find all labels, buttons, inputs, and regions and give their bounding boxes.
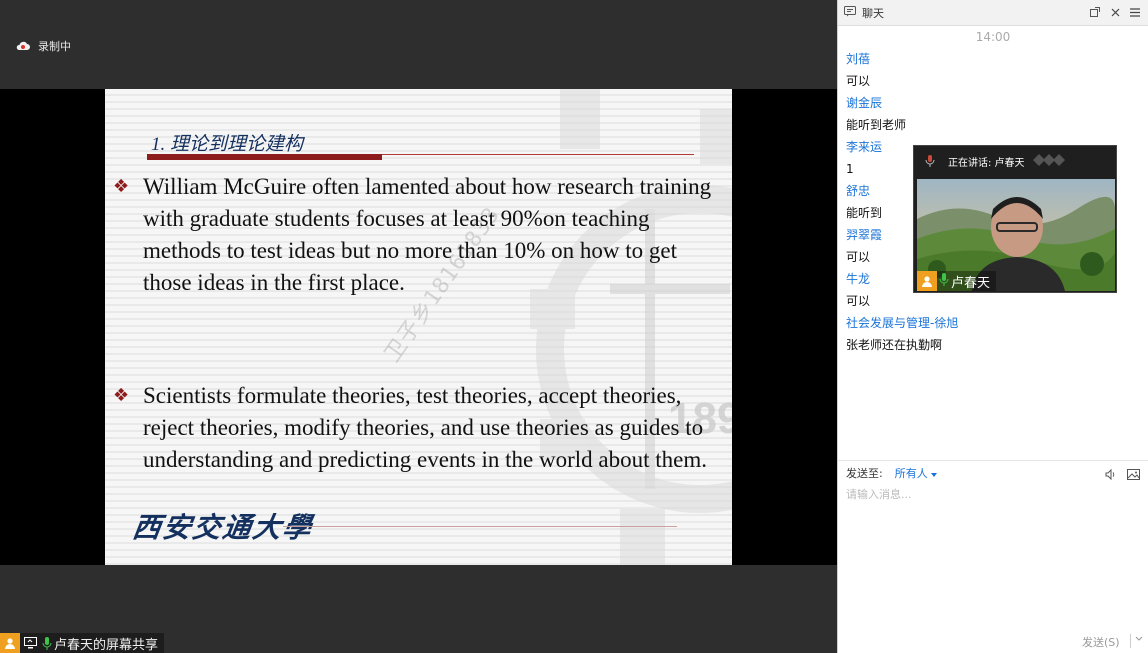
dropdown-caret-icon — [930, 467, 937, 480]
active-speaker-bar: 正在讲话: 卢春天 — [914, 146, 1116, 176]
speaking-label: 正在讲话: 卢春天 — [948, 157, 1025, 169]
message-content: 张老师还在执勤啊 — [846, 338, 943, 352]
slide-bullet: ❖ Scientists formulate theories, test th… — [113, 380, 718, 476]
message-sender[interactable]: 谢金辰 — [846, 92, 1148, 114]
cloud-record-icon — [16, 41, 30, 51]
chat-bubble-icon — [844, 5, 856, 20]
user-avatar-icon — [917, 271, 937, 291]
chat-title: 聊天 — [862, 6, 884, 20]
send-options-chevron-icon[interactable] — [1135, 634, 1143, 645]
chat-tools — [1105, 465, 1140, 484]
message-input[interactable]: 请输入消息... — [846, 486, 912, 502]
speaker-icon[interactable] — [1105, 465, 1117, 484]
screen-share-label: 卢春天的屏幕共享 — [0, 633, 165, 653]
close-icon[interactable] — [1108, 4, 1122, 20]
chat-panel: 聊天 14:00 刘蓓 可以 谢金辰 能听到老师 李来运 1 舒忠 能听到 羿翠… — [837, 0, 1148, 653]
screen-share-area: 卫子乡18161833 189 1. 理论到理论建构 ❖ William McG… — [0, 89, 837, 565]
chat-timestamp: 14:00 — [975, 30, 1011, 44]
meeting-stage: 录制中 卫子乡18161833 189 1. 理论到理论建构 ❖ William… — [0, 0, 837, 653]
message-content: 可以 — [846, 74, 871, 88]
recording-label: 录制中 — [38, 40, 71, 53]
microphone-icon — [939, 272, 949, 290]
bullet-text: William McGuire often lamented about how… — [143, 174, 712, 295]
speaker-video-feed: 卢春天 — [917, 179, 1115, 291]
popout-icon[interactable] — [1088, 4, 1102, 20]
image-icon[interactable] — [1127, 465, 1140, 484]
share-label-text: 卢春天的屏幕共享 — [54, 637, 159, 653]
diamond-bullet-icon: ❖ — [113, 385, 130, 406]
slide-bullet: ❖ William McGuire often lamented about h… — [113, 171, 718, 299]
message-sender[interactable]: 社会发展与管理-徐旭 — [846, 312, 1148, 334]
speaker-name-tag: 卢春天 — [917, 271, 997, 291]
recording-indicator[interactable]: 录制中 — [16, 38, 71, 54]
chat-message: 社会发展与管理-徐旭 张老师还在执勤啊 — [838, 312, 1148, 356]
message-sender[interactable]: 刘蓓 — [846, 48, 1148, 70]
signal-decoration-icon — [1032, 153, 1069, 170]
meeting-top-bar: 录制中 — [0, 0, 837, 89]
menu-icon[interactable] — [1128, 4, 1142, 20]
speaking-mic-icon — [924, 155, 936, 167]
send-button[interactable]: 发送(S) — [1082, 634, 1120, 650]
send-to-target[interactable]: 所有人 — [895, 465, 928, 481]
chat-header: 聊天 — [838, 0, 1148, 26]
speaker-name: 卢春天 — [951, 275, 991, 291]
send-to-selector[interactable]: 发送至: 所有人 — [846, 465, 937, 481]
presentation-slide: 卫子乡18161833 189 1. 理论到理论建构 ❖ William McG… — [105, 89, 732, 565]
speaker-video-window[interactable]: 正在讲话: 卢春天 卢春天 — [913, 145, 1117, 293]
microphone-icon — [40, 636, 54, 650]
chat-message: 谢金辰 能听到老师 — [838, 92, 1148, 136]
message-content: 能听到老师 — [846, 118, 907, 132]
chat-message: 刘蓓 可以 — [838, 48, 1148, 92]
screen-share-icon — [23, 636, 37, 650]
gear-watermark-icon — [530, 89, 732, 565]
title-rule — [382, 154, 694, 155]
title-underline — [147, 154, 382, 160]
user-avatar-icon — [0, 633, 20, 653]
send-to-label: 发送至: — [846, 467, 883, 480]
diamond-bullet-icon: ❖ — [113, 176, 130, 197]
message-content: 可以 — [846, 294, 871, 308]
footer-rule — [283, 526, 677, 527]
send-button-divider — [1130, 634, 1131, 648]
bullet-text: Scientists formulate theories, test theo… — [143, 383, 708, 472]
slide-title: 1. 理论到理论建构 — [151, 134, 304, 155]
chat-input-divider — [838, 460, 1148, 461]
